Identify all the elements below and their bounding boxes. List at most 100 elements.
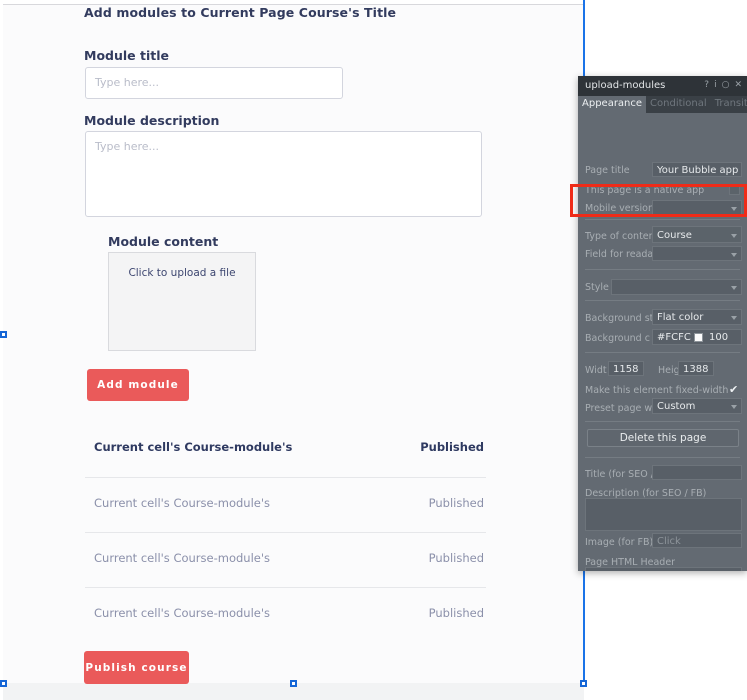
label-type-of-content: Type of conten bbox=[585, 231, 655, 242]
value-background-color: #FCFC bbox=[657, 332, 691, 343]
panel-divider bbox=[585, 457, 740, 458]
panel-divider bbox=[585, 300, 740, 301]
row-divider bbox=[85, 587, 486, 588]
row-style: Style bbox=[578, 278, 747, 297]
panel-divider bbox=[585, 219, 740, 220]
label-page-title: Page title bbox=[585, 165, 630, 176]
row-native-app: This page is a native app bbox=[578, 181, 747, 200]
label-mobile-version: Mobile version bbox=[585, 203, 654, 214]
panel-divider bbox=[585, 352, 740, 353]
label-fb-image: Image (for FB) bbox=[585, 537, 654, 548]
label-module-description: Module description bbox=[84, 113, 220, 128]
table-row[interactable]: Current cell's Course-module's Published bbox=[94, 551, 484, 606]
input-background-color[interactable]: #FCFC 100 bbox=[652, 329, 742, 345]
selection-handle-bottom-right[interactable] bbox=[580, 680, 587, 687]
chevron-down-icon bbox=[731, 316, 737, 320]
label-background-style: Background st bbox=[585, 313, 654, 324]
input-module-description[interactable]: Type here... bbox=[85, 131, 482, 217]
row-module-name: Current cell's Course-module's bbox=[94, 551, 270, 565]
panel-divider bbox=[585, 269, 740, 270]
row-type-of-content: Type of conten Course bbox=[578, 226, 747, 246]
row-status-badge: Published bbox=[428, 551, 484, 565]
row-divider bbox=[85, 532, 486, 533]
help-icon[interactable]: ? bbox=[704, 79, 709, 91]
chevron-down-icon bbox=[731, 207, 737, 211]
input-module-description-placeholder: Type here... bbox=[95, 140, 160, 153]
dropdown-background-style[interactable]: Flat color bbox=[652, 309, 742, 325]
selection-handle-left[interactable] bbox=[0, 331, 7, 338]
page-title-text: Add modules to Current Page Course's Tit… bbox=[84, 5, 397, 20]
input-fb-image[interactable]: Click bbox=[652, 533, 742, 548]
publish-course-button[interactable]: Publish course bbox=[84, 651, 189, 684]
row-module-name: Current cell's Course-module's bbox=[94, 606, 270, 620]
row-seo-title: Title (for SEO / bbox=[578, 465, 747, 484]
row-background-color: Background c #FCFC 100 bbox=[578, 329, 747, 348]
chevron-down-icon bbox=[731, 234, 737, 238]
dropdown-field-for-readable[interactable] bbox=[652, 246, 742, 261]
value-background-style: Flat color bbox=[657, 312, 704, 323]
label-preset-page-width: Preset page wi bbox=[585, 403, 655, 414]
panel-tabs: Appearance Conditional Transitions bbox=[578, 96, 747, 113]
chevron-down-icon bbox=[731, 286, 737, 290]
table-row[interactable]: Current cell's Course-module's Published bbox=[94, 440, 484, 495]
row-mobile-version: Mobile version bbox=[578, 199, 747, 218]
row-status-badge: Published bbox=[420, 440, 484, 454]
file-uploader[interactable]: Click to upload a file bbox=[108, 252, 256, 351]
input-page-title[interactable]: Your Bubble app bbox=[652, 162, 742, 177]
checkmark-icon[interactable]: ✔ bbox=[729, 384, 738, 395]
label-background-color: Background c bbox=[585, 333, 650, 344]
row-page-title: Page title Your Bubble app bbox=[578, 161, 747, 180]
row-module-name: Current cell's Course-module's bbox=[94, 496, 270, 510]
value-page-title: Your Bubble app bbox=[657, 165, 739, 176]
chevron-down-icon bbox=[731, 405, 737, 409]
value-fb-image: Click bbox=[657, 536, 681, 547]
value-type-of-content: Course bbox=[657, 230, 692, 241]
table-row[interactable]: Current cell's Course-module's Published bbox=[94, 496, 484, 551]
tab-conditional[interactable]: Conditional bbox=[646, 96, 711, 113]
input-seo-title[interactable] bbox=[652, 465, 742, 480]
input-width[interactable]: 1158 bbox=[608, 361, 644, 376]
panel-divider bbox=[585, 421, 740, 422]
row-preset-page-width: Preset page wi Custom bbox=[578, 398, 747, 418]
panel-title: upload-modules bbox=[585, 80, 666, 91]
selection-handle-bottom-center[interactable] bbox=[290, 680, 297, 687]
input-module-title[interactable]: Type here... bbox=[85, 67, 343, 99]
panel-header-icons: ? i ○ ✕ bbox=[704, 79, 742, 91]
row-divider bbox=[85, 477, 486, 478]
info-icon[interactable]: i bbox=[714, 79, 717, 91]
delete-page-button[interactable]: Delete this page bbox=[587, 429, 739, 447]
textarea-page-html-header[interactable] bbox=[585, 567, 742, 571]
row-status-badge: Published bbox=[428, 496, 484, 510]
value-background-opacity: 100 bbox=[709, 332, 729, 343]
property-editor-panel[interactable]: upload-modules ? i ○ ✕ Appearance Condit… bbox=[578, 76, 747, 571]
row-background-style: Background st Flat color bbox=[578, 309, 747, 328]
checkbox-native-app[interactable] bbox=[729, 184, 740, 195]
row-status-badge: Published bbox=[428, 606, 484, 620]
value-preset-page-width: Custom bbox=[657, 401, 696, 412]
tab-transitions[interactable]: Transitions bbox=[711, 96, 747, 113]
dropdown-mobile-version[interactable] bbox=[652, 200, 742, 215]
comment-icon[interactable]: ○ bbox=[722, 79, 730, 91]
add-module-button[interactable]: Add module bbox=[87, 369, 189, 401]
color-swatch[interactable] bbox=[694, 333, 703, 342]
dropdown-type-of-content[interactable]: Course bbox=[652, 226, 742, 243]
label-style: Style bbox=[585, 282, 609, 293]
dropdown-preset-page-width[interactable]: Custom bbox=[652, 398, 742, 414]
tab-appearance[interactable]: Appearance bbox=[578, 96, 647, 113]
label-height: Heig bbox=[658, 365, 680, 376]
row-fb-image: Image (for FB) Click bbox=[578, 533, 747, 552]
row-module-name: Current cell's Course-module's bbox=[94, 440, 293, 454]
input-height[interactable]: 1388 bbox=[678, 361, 714, 376]
dropdown-style[interactable] bbox=[611, 279, 742, 295]
close-icon[interactable]: ✕ bbox=[734, 79, 742, 91]
label-module-content: Module content bbox=[108, 234, 219, 249]
row-field-for-readable: Field for reada bbox=[578, 245, 747, 264]
label-native-app: This page is a native app bbox=[585, 185, 705, 196]
textarea-seo-description[interactable] bbox=[585, 498, 742, 531]
label-seo-title: Title (for SEO / bbox=[585, 469, 654, 480]
value-height: 1388 bbox=[683, 364, 709, 375]
selection-handle-bottom-left[interactable] bbox=[0, 680, 7, 687]
label-field-for-readable: Field for reada bbox=[585, 249, 654, 260]
chevron-down-icon bbox=[731, 253, 737, 257]
input-module-title-placeholder: Type here... bbox=[95, 76, 160, 89]
